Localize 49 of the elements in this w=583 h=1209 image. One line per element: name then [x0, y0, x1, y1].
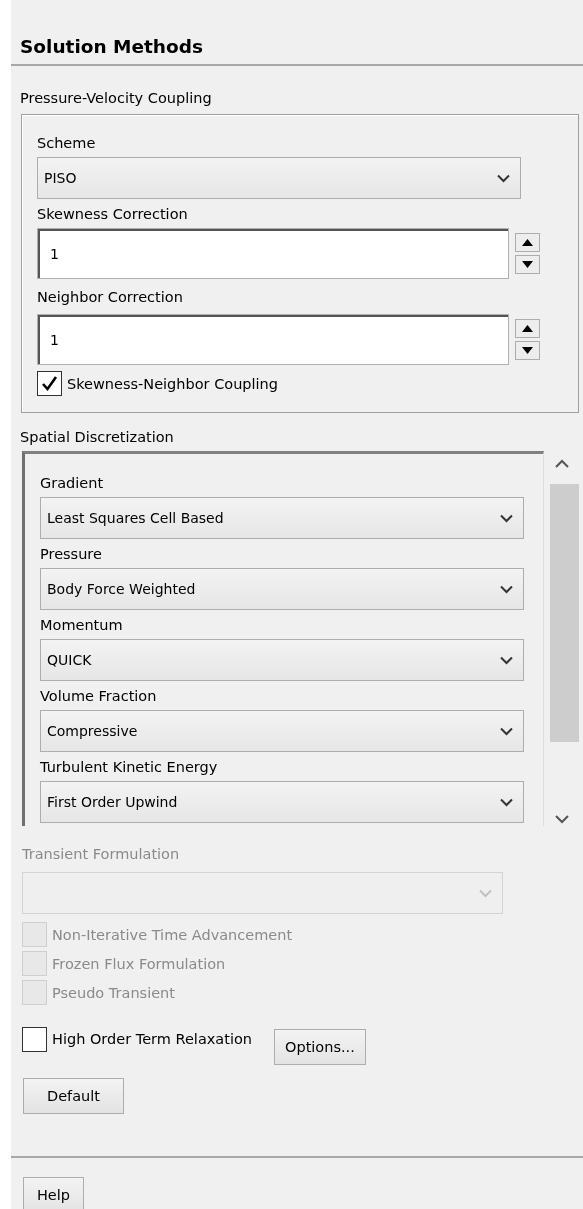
section-label: Transient Formulation	[22, 846, 181, 862]
number-field[interactable]: 1	[37, 314, 509, 365]
checkbox-label: Skewness-Neighbor Coupling	[67, 375, 278, 392]
triangle-up-icon	[522, 239, 533, 246]
chevron-down-icon	[479, 888, 492, 898]
panel-title: Solution Methods	[19, 35, 204, 59]
increment-button[interactable]	[515, 319, 540, 338]
checkbox-label: Pseudo Transient	[52, 984, 175, 1001]
field-label: Neighbor Correction	[37, 288, 183, 305]
field-label: Skewness Correction	[37, 205, 188, 222]
chevron-down-icon	[500, 513, 513, 523]
dropdown[interactable]: Least Squares Cell Based	[40, 497, 524, 539]
options-button[interactable]: Options...	[274, 1029, 366, 1065]
triangle-down-icon	[522, 347, 533, 354]
section-label: Spatial Discretization	[20, 429, 175, 445]
chevron-down-icon	[497, 173, 510, 183]
checkbox[interactable]	[22, 1026, 47, 1052]
checkbox[interactable]	[37, 371, 62, 396]
help-button[interactable]: Help	[23, 1177, 84, 1209]
checkbox-label: Frozen Flux Formulation	[52, 955, 226, 972]
field-label: Volume Fraction	[40, 687, 157, 704]
scroll-up-icon[interactable]	[555, 459, 569, 468]
field-label: Pressure	[40, 545, 102, 562]
checkmark-icon	[41, 375, 58, 392]
decrement-button[interactable]	[515, 255, 540, 274]
decrement-button[interactable]	[515, 341, 540, 360]
checkbox-label: High Order Term Relaxation	[52, 1031, 252, 1047]
field-label: Scheme	[37, 135, 96, 151]
triangle-down-icon	[522, 261, 533, 268]
dropdown[interactable]: First Order Upwind	[40, 781, 524, 823]
chevron-down-icon	[500, 655, 513, 665]
scroll-down-icon[interactable]	[555, 815, 569, 824]
dropdown[interactable]: Compressive	[40, 710, 524, 752]
increment-button[interactable]	[515, 233, 540, 252]
chevron-down-icon	[500, 584, 513, 594]
dropdown[interactable]: Body Force Weighted	[40, 568, 524, 610]
field-label: Gradient	[40, 474, 104, 491]
number-field[interactable]: 1	[37, 228, 509, 279]
field-label: Turbulent Kinetic Energy	[40, 758, 218, 775]
chevron-down-icon	[500, 797, 513, 807]
section-label: Pressure-Velocity Coupling	[20, 90, 213, 106]
scrollbar-thumb[interactable]	[550, 484, 579, 742]
field-label: Momentum	[40, 616, 123, 633]
dropdown[interactable]: QUICK	[40, 639, 524, 681]
checkbox-label: Non-Iterative Time Advancement	[52, 926, 293, 943]
default-button[interactable]: Default	[23, 1078, 124, 1114]
dropdown[interactable]: PISO	[37, 157, 521, 199]
triangle-up-icon	[522, 325, 533, 332]
chevron-down-icon	[500, 726, 513, 736]
